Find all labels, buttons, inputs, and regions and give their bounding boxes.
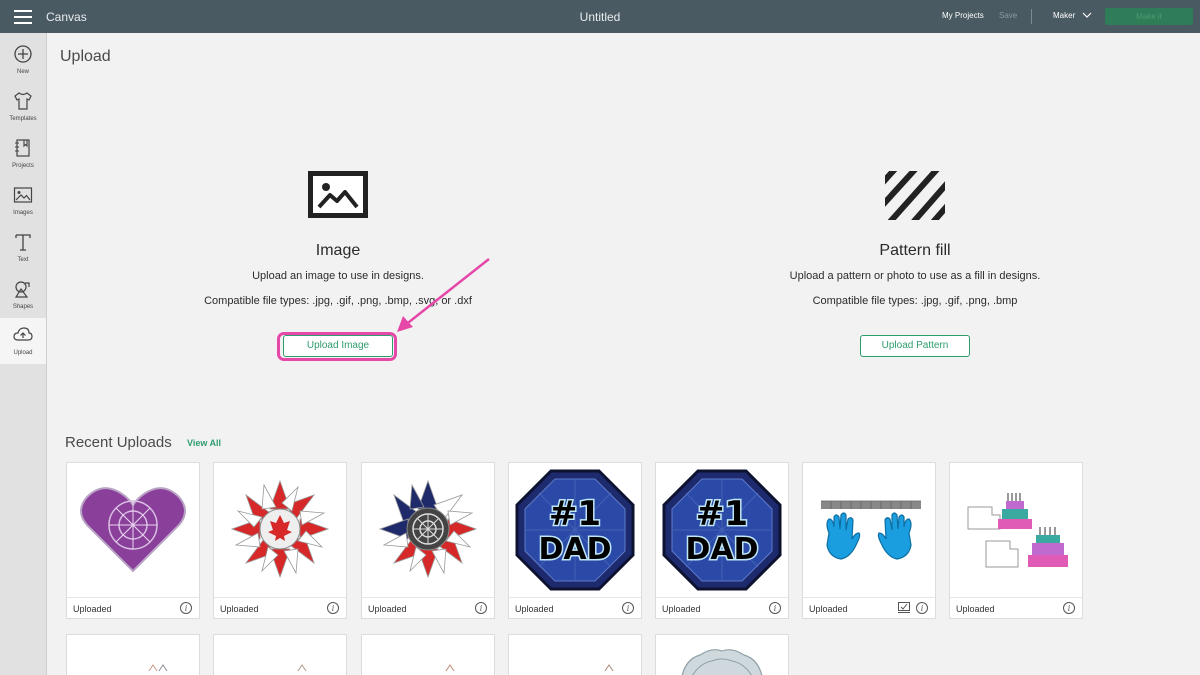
app-name: Canvas <box>46 10 87 24</box>
info-icon[interactable]: i <box>1063 602 1075 614</box>
page-title: Upload <box>60 48 111 65</box>
info-icon[interactable]: i <box>180 602 192 614</box>
usa-flower-thumbnail <box>378 479 478 579</box>
svg-text:#1: #1 <box>549 494 601 534</box>
upload-pattern-button[interactable]: Upload Pattern <box>860 335 970 357</box>
birthday-cakes-thumbnail <box>967 493 1068 568</box>
upload-card[interactable]: Uploaded i <box>361 462 495 619</box>
thumbnail <box>445 664 455 672</box>
shirt-icon <box>14 92 32 110</box>
image-icon <box>308 171 368 218</box>
upload-card[interactable]: Uploaded i <box>949 462 1083 619</box>
number-one-dad-thumbnail: #1 DAD <box>515 469 635 591</box>
info-icon[interactable]: i <box>916 602 928 614</box>
sidebar-item-new[interactable]: New <box>0 37 46 83</box>
sidebar-item-text[interactable]: Text <box>0 225 46 271</box>
pattern-section-description: Upload a pattern or photo to use as a fi… <box>789 270 1041 282</box>
sidebar-item-label: Projects <box>12 163 34 169</box>
upload-card[interactable] <box>508 634 642 675</box>
sidebar-item-shapes[interactable]: Shapes <box>0 272 46 318</box>
sidebar-item-images[interactable]: Images <box>0 178 46 224</box>
card-label: Uploaded <box>809 604 848 614</box>
svg-text:DAD: DAD <box>538 532 611 567</box>
pointer-arrow-icon <box>397 258 490 332</box>
card-label: Uploaded <box>515 604 554 614</box>
info-icon[interactable]: i <box>327 602 339 614</box>
upload-card[interactable]: Uploaded i <box>66 462 200 619</box>
upload-card[interactable] <box>66 634 200 675</box>
upload-card[interactable] <box>655 634 789 675</box>
topbar-divider <box>1031 9 1032 24</box>
sidebar-item-upload[interactable]: Upload <box>0 318 46 364</box>
upload-card[interactable]: Uploaded i <box>213 462 347 619</box>
make-it-button[interactable]: Make it <box>1105 8 1193 25</box>
card-label: Uploaded <box>662 604 701 614</box>
sidebar: New Templates Projects Images Text Shape… <box>0 33 47 675</box>
thumbnail <box>604 664 614 672</box>
card-label: Uploaded <box>73 604 112 614</box>
thumbnail <box>297 664 307 672</box>
upload-card[interactable] <box>361 634 495 675</box>
upload-card[interactable] <box>213 634 347 675</box>
highlight-outline <box>277 332 397 361</box>
number-one-dad-thumbnail: #1 DAD <box>662 469 782 591</box>
cloud-upload-icon <box>13 327 33 341</box>
info-icon[interactable]: i <box>622 602 634 614</box>
card-label: Uploaded <box>368 604 407 614</box>
svg-text:DAD: DAD <box>685 532 758 567</box>
save-button[interactable]: Save <box>999 11 1017 20</box>
sidebar-item-projects[interactable]: Projects <box>0 131 46 177</box>
sidebar-item-label: Shapes <box>12 304 34 310</box>
sidebar-item-label: Text <box>17 257 29 263</box>
document-title[interactable]: Untitled <box>580 10 621 24</box>
machine-select[interactable]: Maker <box>1053 11 1075 20</box>
plus-circle-icon <box>14 45 32 63</box>
sidebar-item-label: Images <box>13 210 33 216</box>
purple-mandala-heart-thumbnail <box>80 487 186 573</box>
chevron-down-icon[interactable] <box>1082 10 1092 20</box>
card-label: Uploaded <box>220 604 259 614</box>
my-projects-link[interactable]: My Projects <box>942 11 984 20</box>
thumbnail <box>681 649 763 675</box>
info-icon[interactable]: i <box>769 602 781 614</box>
info-icon[interactable]: i <box>475 602 487 614</box>
shapes-icon <box>14 281 30 298</box>
diagonal-stripes-icon <box>885 171 945 220</box>
top-bar: Canvas Untitled My Projects Save Maker M… <box>0 0 1200 33</box>
pattern-section-file-types: Compatible file types: .jpg, .gif, .png,… <box>812 295 1018 307</box>
hamburger-menu-icon[interactable] <box>14 10 32 24</box>
notebook-icon <box>15 139 30 157</box>
card-label: Uploaded <box>956 604 995 614</box>
recent-uploads-title: Recent Uploads <box>65 434 172 451</box>
image-icon <box>13 187 33 203</box>
upload-card[interactable]: Uploaded i <box>802 462 936 619</box>
upload-card[interactable]: #1 DAD Uploaded i <box>508 462 642 619</box>
view-all-link[interactable]: View All <box>187 438 221 448</box>
blue-hands-thumbnail <box>821 500 921 560</box>
text-icon <box>15 234 31 251</box>
cut-preview-icon[interactable] <box>898 602 910 613</box>
pattern-section-title: Pattern fill <box>879 242 951 259</box>
svg-text:#1: #1 <box>696 494 748 534</box>
upload-card[interactable]: #1 DAD Uploaded i <box>655 462 789 619</box>
sidebar-item-label: New <box>16 69 29 75</box>
thumbnail <box>148 664 168 672</box>
canada-flower-thumbnail <box>230 479 330 579</box>
sidebar-item-label: Templates <box>9 116 37 122</box>
sidebar-item-label: Upload <box>13 350 33 356</box>
sidebar-item-templates[interactable]: Templates <box>0 84 46 130</box>
